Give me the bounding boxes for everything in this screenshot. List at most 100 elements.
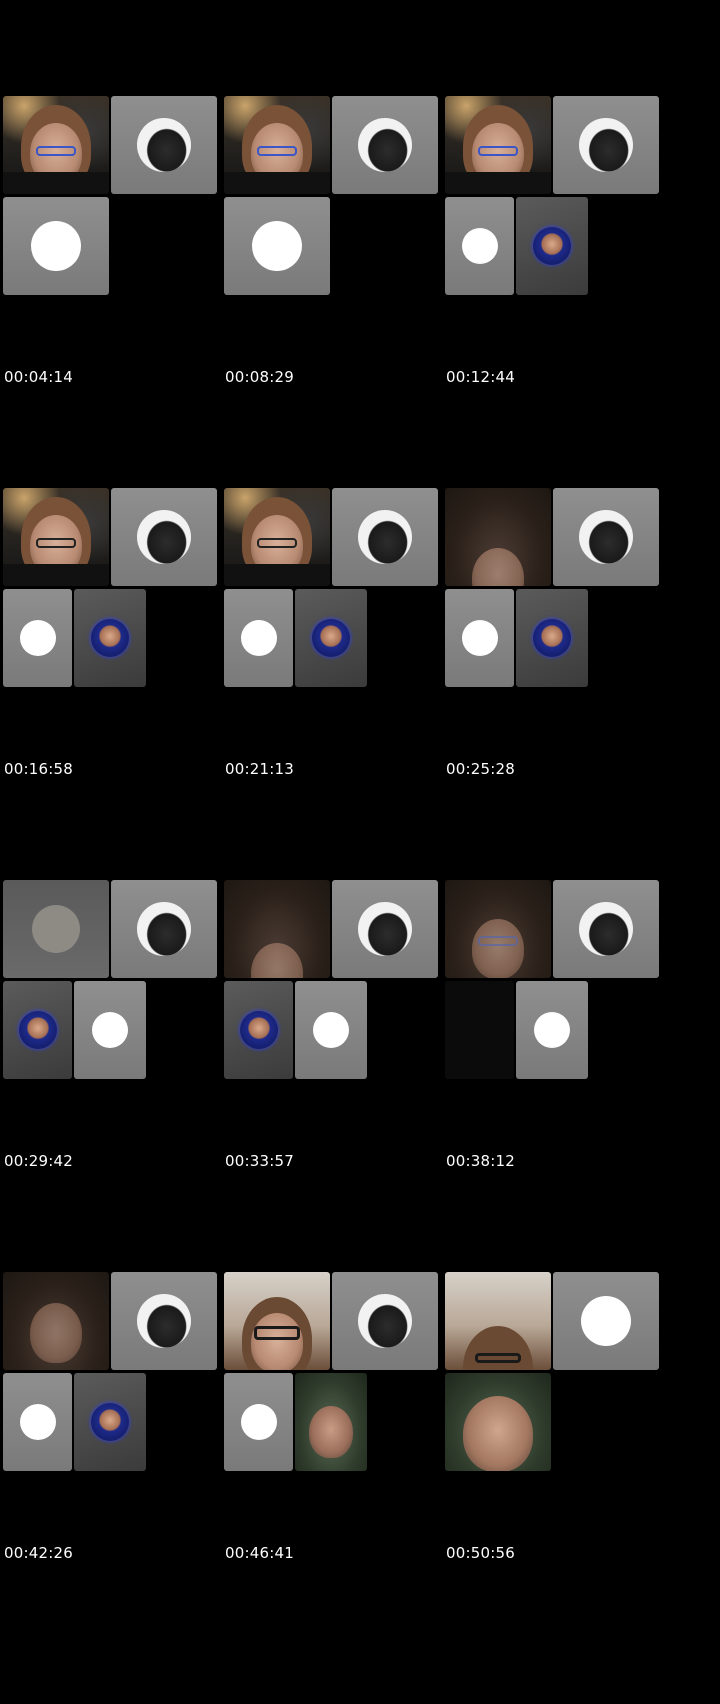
participant-placeholder-tile[interactable] <box>553 1272 659 1370</box>
bird-avatar-icon <box>137 1294 191 1348</box>
frame-2: 00:08:29 <box>221 0 453 426</box>
participant-face <box>30 1302 82 1363</box>
participant-video-tile[interactable] <box>3 96 109 194</box>
profile-photo-icon <box>533 619 571 657</box>
bird-avatar-icon <box>579 118 633 172</box>
default-avatar-icon <box>19 620 56 656</box>
participant-avatar-tile[interactable] <box>553 880 659 978</box>
participant-avatar-tile[interactable] <box>332 488 438 586</box>
participant-video-tile-2[interactable] <box>295 1373 367 1471</box>
participant-placeholder-tile[interactable] <box>3 197 109 295</box>
profile-photo-icon <box>312 619 350 657</box>
participant-hair <box>463 1326 533 1370</box>
bird-avatar-icon <box>137 902 191 956</box>
participant-video-tile[interactable] <box>445 880 551 978</box>
glasses-icon <box>257 537 297 548</box>
glasses-icon <box>254 1325 300 1340</box>
participant-placeholder-tile[interactable] <box>3 589 72 687</box>
glasses-icon <box>475 1353 521 1364</box>
participant-placeholder-tile[interactable] <box>516 981 588 1079</box>
participant-placeholder-tile[interactable] <box>74 981 146 1079</box>
participant-profile-tile[interactable] <box>74 1373 146 1471</box>
profile-photo-icon <box>91 1403 129 1441</box>
participant-shirt <box>3 564 109 586</box>
participant-avatar-tile[interactable] <box>111 488 217 586</box>
frame-9: 00:38:12 <box>442 784 674 1210</box>
participant-avatar-tile[interactable] <box>553 488 659 586</box>
participant-shirt <box>3 172 109 194</box>
participant-video-tile-2[interactable] <box>445 1373 551 1471</box>
frame-8: 00:33:57 <box>221 784 453 1210</box>
profile-photo-icon <box>18 1011 57 1049</box>
participant-avatar-tile[interactable] <box>111 1272 217 1370</box>
participant-avatar-tile[interactable] <box>553 96 659 194</box>
participant-video-tile[interactable] <box>445 1272 551 1370</box>
frame-timestamp: 00:38:12 <box>446 1152 515 1170</box>
participant-face <box>463 1395 533 1471</box>
participant-profile-tile[interactable] <box>516 589 588 687</box>
frame-5: 00:21:13 <box>221 392 453 818</box>
participant-profile-tile[interactable] <box>224 981 293 1079</box>
frame-7: 00:29:42 <box>0 784 232 1210</box>
frame-timestamp: 00:08:29 <box>225 368 294 386</box>
participant-avatar-tile[interactable] <box>111 96 217 194</box>
default-avatar-icon <box>19 1404 56 1440</box>
participant-profile-tile[interactable] <box>74 589 146 687</box>
default-avatar-icon <box>240 1404 277 1440</box>
participant-placeholder-tile[interactable] <box>445 197 514 295</box>
participant-avatar-tile[interactable] <box>332 96 438 194</box>
default-avatar-icon <box>534 1012 570 1048</box>
frame-1: 00:04:14 <box>0 0 232 426</box>
participant-profile-tile[interactable] <box>295 589 367 687</box>
participant-face <box>251 943 303 978</box>
participant-video-tile[interactable] <box>224 488 330 586</box>
participant-video-tile[interactable] <box>445 488 551 586</box>
default-avatar-icon <box>461 228 498 264</box>
default-avatar-icon <box>31 221 81 271</box>
default-avatar-icon <box>581 1296 631 1346</box>
participant-video-tile[interactable] <box>3 1272 109 1370</box>
frame-10: 00:42:26 <box>0 1176 232 1602</box>
glasses-icon <box>478 145 518 156</box>
participant-video-tile[interactable] <box>224 880 330 978</box>
participant-profile-tile[interactable] <box>3 981 72 1079</box>
frame-timestamp: 00:50:56 <box>446 1544 515 1562</box>
participant-placeholder-tile[interactable] <box>224 1373 293 1471</box>
participant-shirt <box>445 172 551 194</box>
participant-shirt <box>224 564 330 586</box>
profile-photo-icon <box>91 619 129 657</box>
default-avatar-icon <box>313 1012 349 1048</box>
participant-face <box>472 548 524 586</box>
glasses-icon <box>257 145 297 156</box>
frame-timestamp: 00:33:57 <box>225 1152 294 1170</box>
frame-timestamp: 00:29:42 <box>4 1152 73 1170</box>
participant-video-tile[interactable] <box>224 1272 330 1370</box>
profile-photo-icon <box>239 1011 278 1049</box>
participant-avatar-tile[interactable] <box>332 1272 438 1370</box>
participant-shirt <box>224 172 330 194</box>
participant-video-tile[interactable] <box>224 96 330 194</box>
participant-avatar-tile[interactable] <box>111 880 217 978</box>
participant-avatar-tile[interactable] <box>332 880 438 978</box>
bird-avatar-icon <box>358 118 412 172</box>
bird-avatar-icon <box>137 118 191 172</box>
default-avatar-icon <box>461 620 498 656</box>
frame-3: 00:12:44 <box>442 0 674 426</box>
frame-timestamp: 00:21:13 <box>225 760 294 778</box>
bird-avatar-icon <box>358 1294 412 1348</box>
frame-11: 00:46:41 <box>221 1176 453 1602</box>
participant-placeholder-tile[interactable] <box>445 589 514 687</box>
participant-profile-tile[interactable] <box>516 197 588 295</box>
participant-placeholder-tile[interactable] <box>3 1373 72 1471</box>
frame-timestamp: 00:25:28 <box>446 760 515 778</box>
participant-placeholder-tile[interactable] <box>295 981 367 1079</box>
bird-avatar-icon <box>358 510 412 564</box>
frame-6: 00:25:28 <box>442 392 674 818</box>
participant-placeholder-tile[interactable] <box>224 589 293 687</box>
participant-video-tile[interactable] <box>3 880 109 978</box>
participant-placeholder-tile[interactable] <box>224 197 330 295</box>
glasses-icon <box>36 145 76 156</box>
participant-dark-video-tile[interactable] <box>445 981 514 1079</box>
participant-video-tile[interactable] <box>3 488 109 586</box>
participant-video-tile[interactable] <box>445 96 551 194</box>
